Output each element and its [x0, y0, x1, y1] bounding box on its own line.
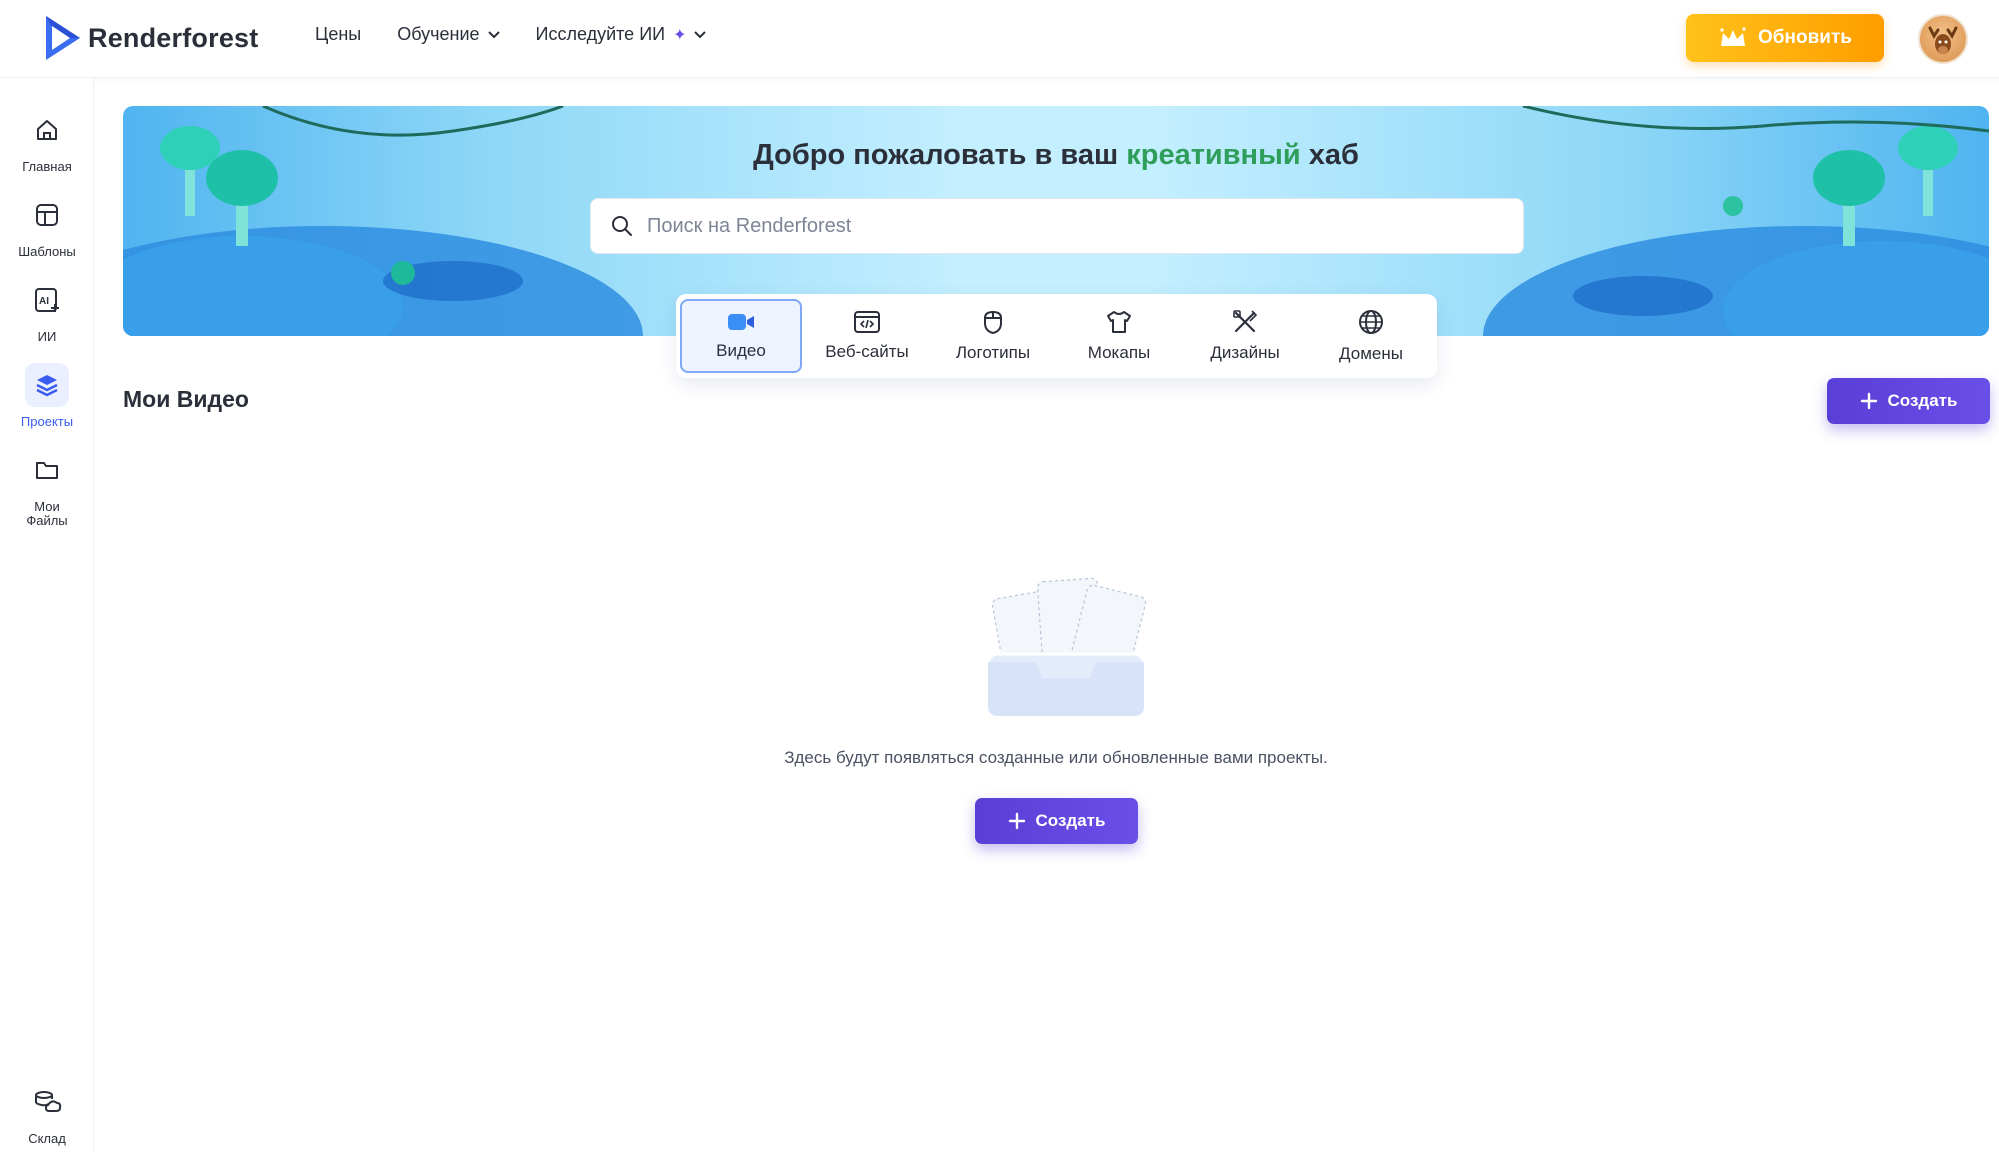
tab-mockups[interactable]: Мокапы	[1058, 299, 1180, 373]
hero-title-start: Добро пожаловать в ваш	[753, 139, 1127, 171]
logo-play-icon	[46, 16, 80, 60]
nav-learning[interactable]: Обучение	[397, 24, 500, 45]
tab-video[interactable]: Видео	[680, 299, 802, 373]
globe-icon	[1359, 310, 1383, 334]
sidebar-item-label: ИИ	[37, 329, 57, 344]
sidebar-item-label: Шаблоны	[18, 244, 76, 259]
search-icon	[612, 216, 632, 236]
tab-label: Дизайны	[1210, 343, 1280, 362]
create-button-label: Создать	[1035, 811, 1106, 830]
svg-text:AI: AI	[39, 296, 49, 307]
hero-title-end: хаб	[1300, 139, 1359, 171]
sidebar-item-label: Главная	[22, 159, 72, 174]
sidebar: Главная Шаблоны AI ИИ Проекты Мои Файлы …	[0, 78, 94, 1152]
video-icon	[728, 314, 754, 330]
home-icon	[25, 108, 69, 152]
tab-label: Мокапы	[1087, 343, 1151, 362]
empty-inbox-illustration	[986, 577, 1147, 718]
folder-icon	[25, 448, 69, 492]
tab-domains[interactable]: Домены	[1310, 299, 1432, 373]
top-bar: Renderforest Цены Обучение Исследуйте ИИ…	[0, 0, 1999, 78]
tshirt-icon	[1107, 311, 1131, 333]
website-icon	[854, 311, 880, 333]
sidebar-item-label: Мои Файлы	[26, 499, 68, 528]
sidebar-item-templates[interactable]: Шаблоны	[0, 193, 94, 259]
tab-label: Домены	[1339, 344, 1403, 363]
renderforest-logo[interactable]: Renderforest	[44, 14, 258, 62]
create-button-label: Создать	[1887, 391, 1958, 410]
hero-title-highlight: креативный	[1126, 139, 1301, 171]
tab-designs[interactable]: Дизайны	[1184, 299, 1306, 373]
storage-icon	[25, 1080, 69, 1124]
upgrade-label: Обновить	[1758, 27, 1852, 48]
plus-icon	[1008, 812, 1025, 830]
nav-explore-ai[interactable]: Исследуйте ИИ ✦	[536, 24, 707, 45]
moose-avatar-icon	[1928, 26, 1958, 54]
templates-icon	[25, 193, 69, 237]
nav-pricing[interactable]: Цены	[315, 24, 361, 45]
create-button-center[interactable]: Создать	[975, 798, 1138, 844]
tab-logos[interactable]: Логотипы	[932, 299, 1054, 373]
top-nav: Цены Обучение Исследуйте ИИ ✦	[315, 24, 707, 45]
nav-pricing-label: Цены	[315, 24, 362, 44]
logo-icon	[984, 310, 1002, 335]
layers-icon	[25, 363, 69, 407]
empty-state-message: Здесь будут появляться созданные или обн…	[784, 748, 1328, 767]
crown-icon	[1720, 27, 1746, 46]
logo-text: Renderforest	[88, 22, 259, 53]
design-icon	[1233, 310, 1258, 333]
chevron-down-icon	[487, 30, 500, 38]
sidebar-item-label: Проекты	[20, 414, 74, 429]
sidebar-item-label: Склад	[28, 1131, 66, 1146]
hero-title: Добро пожаловать в ваш креативный хаб	[123, 139, 1989, 172]
sidebar-item-my-files[interactable]: Мои Файлы	[0, 448, 94, 528]
search-box[interactable]	[590, 198, 1524, 254]
tab-label: Веб-сайты	[825, 342, 909, 361]
upgrade-button[interactable]: Обновить	[1686, 14, 1884, 62]
tab-websites[interactable]: Веб-сайты	[806, 299, 928, 373]
ai-icon: AI	[25, 278, 69, 322]
plus-icon	[1860, 392, 1877, 410]
sparkle-icon: ✦	[673, 26, 687, 44]
create-button[interactable]: Создать	[1827, 378, 1990, 424]
tab-label: Логотипы	[955, 343, 1031, 362]
sidebar-item-ai[interactable]: AI ИИ	[0, 278, 94, 344]
sidebar-item-home[interactable]: Главная	[0, 108, 94, 174]
category-tabs: Видео Веб-сайты Логотипы Мокапы Дизайны …	[676, 294, 1437, 378]
sidebar-item-storage[interactable]: Склад	[0, 1080, 94, 1146]
search-input[interactable]	[647, 214, 1507, 238]
chevron-down-icon	[694, 30, 707, 38]
page-title: Мои Видео	[123, 386, 249, 412]
nav-explore-ai-label: Исследуйте ИИ	[535, 24, 666, 44]
tab-label: Видео	[716, 341, 766, 360]
sidebar-item-projects[interactable]: Проекты	[0, 363, 94, 429]
avatar[interactable]	[1918, 14, 1968, 64]
nav-learning-label: Обучение	[397, 24, 480, 44]
